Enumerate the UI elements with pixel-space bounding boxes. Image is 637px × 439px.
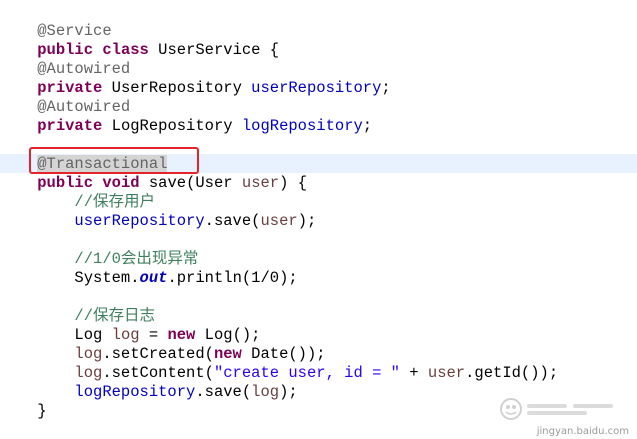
constructor-call: Log(); xyxy=(195,326,261,344)
call-save: .save( xyxy=(204,212,261,230)
assign-op: = xyxy=(139,326,168,344)
comment-save-user: //保存用户 xyxy=(74,193,156,211)
call-get-id: .getId()); xyxy=(465,364,559,382)
code-line-20: log.setContent("create user, id = " + us… xyxy=(0,364,558,383)
code-line-12: userRepository.save(user); xyxy=(0,212,316,231)
system-class: System. xyxy=(74,269,140,287)
type-log: Log xyxy=(74,326,112,344)
call-end: ); xyxy=(279,383,298,401)
var-user: user xyxy=(427,364,466,382)
keyword-public: public xyxy=(37,41,94,59)
code-line-19: log.setCreated(new Date()); xyxy=(0,345,326,364)
code-line-4: @Autowired xyxy=(0,60,130,79)
call-set-content: .setContent( xyxy=(102,364,214,382)
var-log: log xyxy=(74,345,103,363)
semicolon: ; xyxy=(381,79,391,97)
code-line-7: private LogRepository logRepository; xyxy=(0,117,372,136)
method-open-brace: ) { xyxy=(279,174,308,192)
code-line-14: //1/0会出现异常 xyxy=(0,250,198,269)
var-log: log xyxy=(74,364,103,382)
field-user-repository: userRepository xyxy=(74,212,205,230)
watermark-url: jingyan.baidu.com xyxy=(536,426,629,437)
type-user-repository: UserRepository xyxy=(102,79,252,97)
field-log-repository: logRepository xyxy=(74,383,196,401)
keyword-public: public xyxy=(37,174,94,192)
call-save: .save( xyxy=(195,383,252,401)
code-line-2: public class UserService { xyxy=(0,22,279,59)
class-declaration: UserService { xyxy=(148,41,280,59)
var-log: log xyxy=(111,326,140,344)
code-line-18: Log log = new Log(); xyxy=(0,326,260,345)
code-line-15: System.out.println(1/0); xyxy=(0,269,298,288)
var-log: log xyxy=(251,383,280,401)
code-line-11: //保存用户 xyxy=(0,193,155,212)
string-literal: "create user, id = " xyxy=(213,364,400,382)
field-user-repository: userRepository xyxy=(251,79,382,97)
semicolon: ; xyxy=(362,117,373,135)
keyword-void: void xyxy=(102,174,140,192)
comment-save-log: //保存日志 xyxy=(74,307,156,325)
keyword-private: private xyxy=(37,79,103,97)
code-line-1: @Service xyxy=(0,3,111,40)
plus-op: + xyxy=(399,364,428,382)
method-close-brace: } xyxy=(37,402,47,420)
var-user: user xyxy=(260,212,298,230)
keyword-class: class xyxy=(102,41,149,59)
code-line-6: @Autowired xyxy=(0,98,130,117)
param-user: user xyxy=(241,174,280,192)
code-line-21: logRepository.save(log); xyxy=(0,383,298,402)
code-line-5: private UserRepository userRepository; xyxy=(0,79,391,98)
println-call: .println(1/0); xyxy=(167,269,298,287)
static-field-out: out xyxy=(139,269,168,287)
field-log-repository: logRepository xyxy=(241,117,363,135)
keyword-new: new xyxy=(213,345,242,363)
code-line-22: } xyxy=(0,402,47,421)
call-set-created: .setCreated( xyxy=(102,345,214,363)
code-line-17: //保存日志 xyxy=(0,307,155,326)
keyword-new: new xyxy=(167,326,196,344)
code-editor[interactable]: @Service public class UserService { @Aut… xyxy=(0,0,637,439)
annotation-autowired: @Autowired xyxy=(37,98,131,116)
type-log-repository: LogRepository xyxy=(102,117,242,135)
method-signature: save(User xyxy=(139,174,242,192)
date-constructor: Date()); xyxy=(241,345,326,363)
annotation-autowired: @Autowired xyxy=(37,60,131,78)
keyword-private: private xyxy=(37,117,103,135)
code-line-10: public void save(User user) { xyxy=(0,174,307,193)
comment-exception: //1/0会出现异常 xyxy=(74,250,199,268)
highlight-box xyxy=(29,147,199,174)
call-end: ); xyxy=(297,212,317,230)
